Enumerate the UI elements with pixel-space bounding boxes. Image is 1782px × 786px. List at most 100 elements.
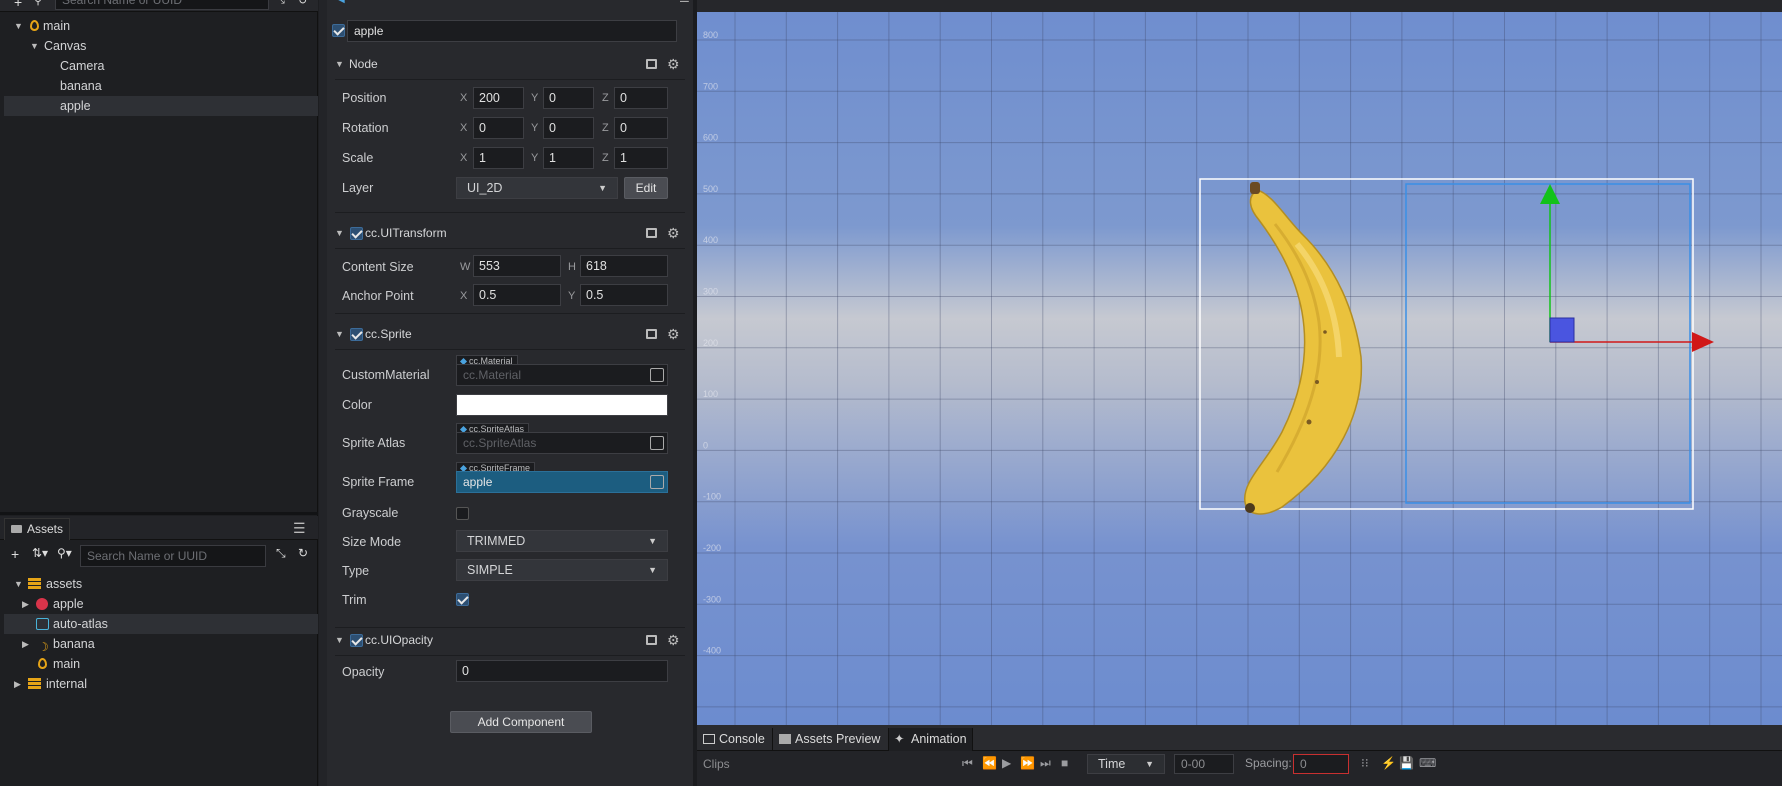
expand-right-icon[interactable]: ▶ <box>14 674 21 694</box>
position-y-input[interactable]: 0 <box>543 87 594 109</box>
size-mode-select[interactable]: TRIMMED ▼ <box>456 530 668 552</box>
tab-animation[interactable]: ✦ Animation <box>889 728 973 751</box>
uitransform-section-header[interactable]: ▼ cc.UITransform ⚙ <box>327 219 693 247</box>
add-component-button[interactable]: Add Component <box>450 711 592 733</box>
edit-layer-button[interactable]: Edit <box>624 177 668 199</box>
asset-item-auto-atlas[interactable]: auto-atlas <box>4 614 318 634</box>
help-book-icon[interactable] <box>646 329 657 339</box>
gear-icon[interactable]: ⚙ <box>667 626 680 654</box>
uitransform-enabled-checkbox[interactable] <box>350 227 363 240</box>
expand-down-icon[interactable]: ▼ <box>335 320 344 348</box>
anchor-x-input[interactable]: 0.5 <box>473 284 561 306</box>
tab-assets[interactable]: Assets <box>4 518 70 540</box>
content-width-input[interactable]: 553 <box>473 255 561 277</box>
expand-down-icon[interactable]: ▼ <box>30 36 39 56</box>
gear-icon[interactable]: ⚙ <box>667 320 680 348</box>
opacity-input[interactable]: 0 <box>456 660 668 682</box>
collapse-icon[interactable]: ⤡ <box>276 546 286 561</box>
tab-assets-preview[interactable]: Assets Preview <box>773 728 889 751</box>
sprite-section-header[interactable]: ▼ cc.Sprite ⚙ <box>327 320 693 348</box>
step-forward-icon[interactable]: ⏩ <box>1020 756 1035 770</box>
refresh-icon[interactable]: ↻ <box>298 546 308 560</box>
custom-material-field[interactable]: cc.Material <box>456 364 668 386</box>
asset-picker-icon[interactable] <box>650 475 664 489</box>
expand-down-icon[interactable]: ▼ <box>14 16 23 36</box>
tree-item-apple[interactable]: apple <box>4 96 318 116</box>
time-mode-select[interactable]: Time ▼ <box>1087 754 1165 774</box>
anchor-y-input[interactable]: 0.5 <box>580 284 668 306</box>
help-book-icon[interactable] <box>646 228 657 238</box>
spacing-input[interactable]: 0 <box>1293 754 1349 774</box>
menu-icon[interactable]: ☰ <box>293 520 306 537</box>
scale-z-input[interactable]: 1 <box>614 147 668 169</box>
add-icon[interactable]: + <box>11 546 19 562</box>
gear-icon[interactable]: ⚙ <box>667 219 680 247</box>
tree-item-banana[interactable]: banana <box>4 76 318 96</box>
node-section-header[interactable]: ▼ Node ⚙ <box>327 50 693 78</box>
expand-down-icon[interactable]: ▼ <box>335 219 344 247</box>
sprite-enabled-checkbox[interactable] <box>350 328 363 341</box>
color-swatch[interactable] <box>456 394 668 416</box>
expand-right-icon[interactable]: ▶ <box>22 634 29 654</box>
tree-item-canvas[interactable]: ▼ Canvas <box>4 36 318 56</box>
sort-icon[interactable]: ⇅▾ <box>32 546 48 560</box>
content-height-input[interactable]: 618 <box>580 255 668 277</box>
collapse-icon[interactable]: ⤡ <box>276 0 285 7</box>
play-icon[interactable]: ▶ <box>1002 756 1011 770</box>
expand-down-icon[interactable]: ▼ <box>335 50 344 78</box>
menu-icon[interactable]: ☰ <box>679 0 690 5</box>
gear-icon[interactable]: ⚙ <box>667 50 680 78</box>
step-back-icon[interactable]: ⏪ <box>982 756 997 770</box>
position-x-input[interactable]: 200 <box>473 87 524 109</box>
rotation-y-input[interactable]: 0 <box>543 117 594 139</box>
help-book-icon[interactable] <box>646 59 657 69</box>
grid-icon[interactable]: ⁝⁝ <box>1361 756 1369 770</box>
grayscale-checkbox[interactable] <box>456 507 469 520</box>
hierarchy-search-input[interactable]: Search Name or UUID <box>55 0 269 10</box>
scene-canvas[interactable]: 800 700 600 500 400 300 200 100 0 -100 -200 -300 -40… <box>697 12 1782 725</box>
jump-last-icon[interactable]: ⏭ <box>1040 756 1051 771</box>
sprite-atlas-field[interactable]: cc.SpriteAtlas <box>456 432 668 454</box>
node-active-checkbox[interactable] <box>332 24 345 37</box>
node-name-input[interactable]: apple <box>347 20 677 42</box>
uiopacity-enabled-checkbox[interactable] <box>350 634 363 647</box>
asset-item-apple[interactable]: ▶ apple <box>4 594 318 614</box>
search-type-icon[interactable]: ⚲ <box>34 0 42 7</box>
apple-bounding-box[interactable] <box>1405 183 1691 504</box>
sprite-type-select[interactable]: SIMPLE ▼ <box>456 559 668 581</box>
scene-view[interactable]: 800 700 600 500 400 300 200 100 0 -100 -200 -300 -40… <box>697 12 1782 725</box>
asset-item-assets[interactable]: ▼ assets <box>4 574 318 594</box>
trim-checkbox[interactable] <box>456 593 469 606</box>
save-icon[interactable]: 💾 <box>1399 756 1414 770</box>
position-z-input[interactable]: 0 <box>614 87 668 109</box>
current-time-input[interactable]: 0-00 <box>1174 754 1234 774</box>
add-icon[interactable]: + <box>14 0 22 10</box>
keyboard-icon[interactable]: ⌨ <box>1419 756 1436 770</box>
back-arrow-icon[interactable]: ◀ <box>337 0 345 5</box>
tab-console[interactable]: Console <box>697 728 773 751</box>
panel-divider[interactable] <box>0 512 318 515</box>
tree-item-main[interactable]: ▼ main <box>4 16 318 36</box>
event-icon[interactable]: ⚡ <box>1381 756 1396 770</box>
scale-y-input[interactable]: 1 <box>543 147 594 169</box>
asset-picker-icon[interactable] <box>650 436 664 450</box>
asset-item-main[interactable]: main <box>4 654 318 674</box>
asset-picker-icon[interactable] <box>650 368 664 382</box>
expand-right-icon[interactable]: ▶ <box>22 594 29 614</box>
help-book-icon[interactable] <box>646 635 657 645</box>
expand-down-icon[interactable]: ▼ <box>14 574 23 594</box>
scale-x-input[interactable]: 1 <box>473 147 524 169</box>
expand-down-icon[interactable]: ▼ <box>335 626 344 654</box>
refresh-icon[interactable]: ↻ <box>298 0 307 7</box>
jump-first-icon[interactable]: ⏮ <box>962 756 973 771</box>
asset-item-banana[interactable]: ▶ ☽ banana <box>4 634 318 654</box>
sprite-frame-field[interactable]: apple <box>456 471 668 493</box>
stop-icon[interactable]: ■ <box>1061 756 1068 770</box>
rotation-x-input[interactable]: 0 <box>473 117 524 139</box>
tree-item-camera[interactable]: Camera <box>4 56 318 76</box>
rotation-z-input[interactable]: 0 <box>614 117 668 139</box>
layer-select[interactable]: UI_2D ▼ <box>456 177 618 199</box>
move-gizmo[interactable] <box>1540 184 1714 352</box>
search-type-icon[interactable]: ⚲▾ <box>57 546 72 560</box>
uiopacity-section-header[interactable]: ▼ cc.UIOpacity ⚙ <box>327 626 693 654</box>
